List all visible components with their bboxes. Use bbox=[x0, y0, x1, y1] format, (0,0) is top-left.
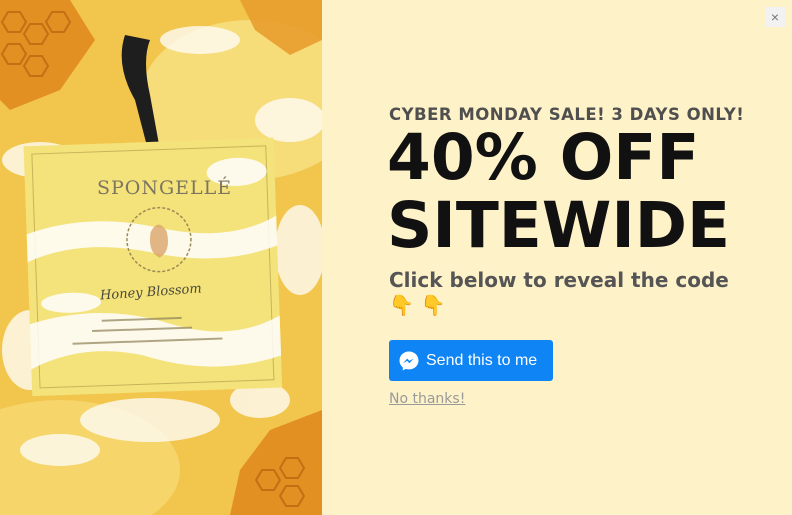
popup-modal: SPONGELLÉ Honey Blossom × CYBER MONDAY S… bbox=[0, 0, 792, 515]
close-button[interactable]: × bbox=[765, 7, 785, 27]
headline-line-2: SITEWIDE bbox=[387, 189, 731, 262]
promo-subline: Click below to reveal the code 👇 👇 bbox=[389, 268, 729, 317]
send-this-to-me-button[interactable]: Send this to me bbox=[389, 340, 553, 381]
headline-line-1: 40% OFF bbox=[387, 121, 700, 194]
product-brand-label: SPONGELLÉ bbox=[97, 177, 233, 199]
promo-headline: 40% OFF SITEWIDE bbox=[387, 124, 787, 260]
close-icon: × bbox=[770, 9, 780, 25]
send-button-label: Send this to me bbox=[426, 351, 538, 369]
no-thanks-link[interactable]: No thanks! bbox=[389, 391, 465, 407]
product-photo: SPONGELLÉ Honey Blossom bbox=[0, 0, 322, 515]
messenger-icon bbox=[398, 350, 420, 372]
